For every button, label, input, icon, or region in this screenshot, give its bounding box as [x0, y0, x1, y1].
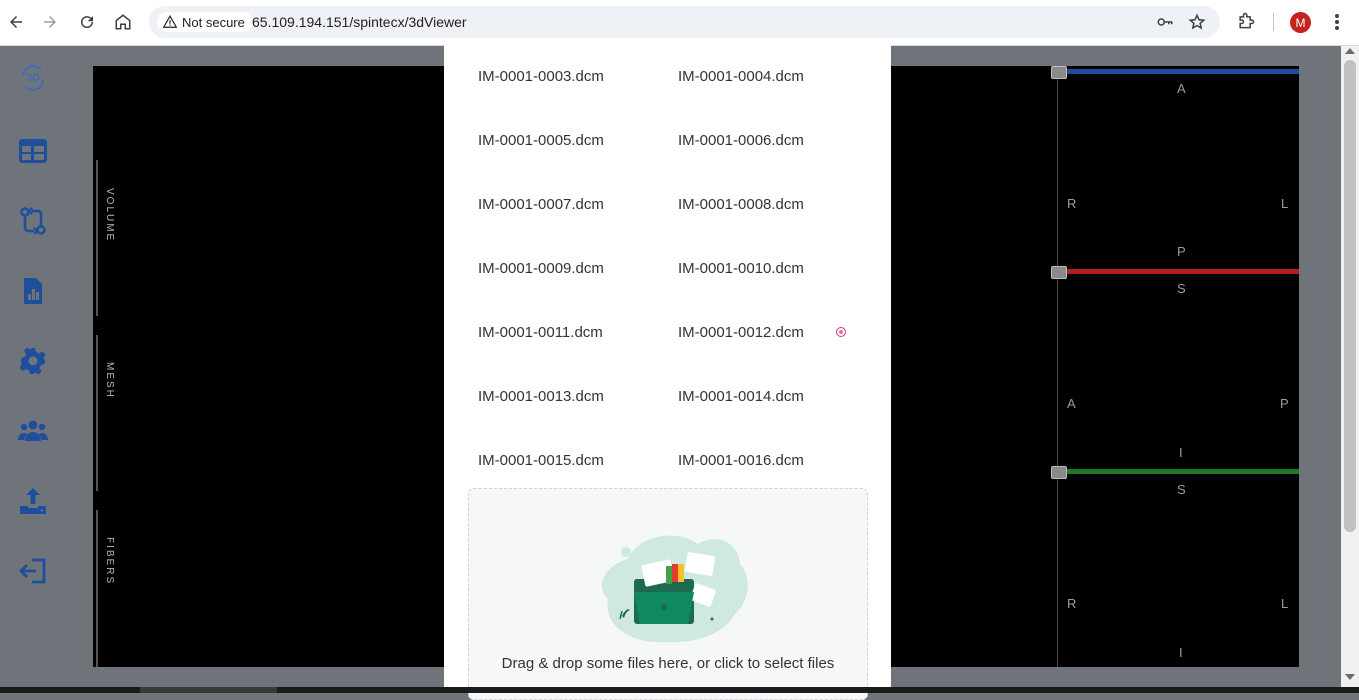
reload-icon[interactable] — [73, 8, 101, 36]
toolbar-divider — [1273, 13, 1274, 31]
star-icon[interactable] — [1187, 12, 1207, 32]
tab-volume[interactable]: VOLUME — [104, 188, 115, 242]
file-item[interactable]: IM-0001-0006.dcm — [678, 132, 804, 149]
orient-label: P — [1280, 396, 1289, 411]
file-item[interactable]: IM-0001-0014.dcm — [678, 388, 804, 405]
scrollbar-thumb[interactable] — [1344, 60, 1356, 532]
slice-views-panel — [1057, 66, 1300, 667]
orient-label: I — [1179, 445, 1183, 460]
settings-icon[interactable] — [17, 345, 49, 377]
back-icon[interactable] — [2, 8, 30, 36]
url-text[interactable]: 65.109.194.151/spintecx/3dViewer — [252, 14, 467, 30]
cursor-marker-icon — [836, 327, 846, 337]
orient-label: A — [1067, 396, 1076, 411]
users-icon[interactable] — [17, 415, 49, 447]
orient-label: L — [1281, 596, 1289, 611]
address-bar[interactable]: Not secure 65.109.194.151/spintecx/3dVie… — [149, 6, 1220, 38]
browser-toolbar: Not secure 65.109.194.151/spintecx/3dVie… — [0, 0, 1359, 46]
file-item[interactable]: IM-0001-0005.dcm — [478, 132, 604, 149]
tab-fibers[interactable]: FIBERS — [104, 537, 115, 585]
taskbar-active-item[interactable] — [140, 687, 277, 693]
file-item[interactable]: IM-0001-0009.dcm — [478, 260, 604, 277]
axial-slice-slider[interactable] — [1062, 69, 1299, 74]
file-item[interactable]: IM-0001-0007.dcm — [478, 196, 604, 213]
logo-3d-icon[interactable]: 3D — [17, 62, 49, 94]
file-item[interactable]: IM-0001-0008.dcm — [678, 196, 804, 213]
home-icon[interactable] — [109, 8, 137, 36]
logout-icon[interactable] — [17, 555, 49, 587]
orient-label: L — [1281, 196, 1289, 211]
volume-tab-border — [96, 160, 98, 316]
forward-icon[interactable] — [36, 8, 64, 36]
orient-label: S — [1177, 281, 1186, 296]
file-item[interactable]: IM-0001-0015.dcm — [478, 452, 604, 469]
dropzone-text: Drag & drop some files here, or click to… — [501, 655, 835, 672]
file-item[interactable]: IM-0001-0004.dcm — [678, 68, 804, 85]
sagittal-slice-slider[interactable] — [1062, 269, 1299, 274]
key-icon[interactable] — [1155, 12, 1175, 32]
file-item[interactable]: IM-0001-0012.dcm — [678, 324, 804, 341]
scroll-up-icon[interactable] — [1345, 48, 1355, 54]
file-item[interactable]: IM-0001-0003.dcm — [478, 68, 604, 85]
orient-label: R — [1067, 596, 1077, 611]
orient-label: I — [1179, 645, 1183, 660]
table-icon[interactable] — [17, 135, 49, 167]
security-label: Not secure — [182, 14, 245, 30]
sagittal-slider-handle[interactable] — [1051, 266, 1067, 279]
browser-menu-icon[interactable] — [1328, 12, 1346, 32]
file-item[interactable]: IM-0001-0011.dcm — [478, 324, 603, 341]
security-chip[interactable]: Not secure — [157, 12, 253, 32]
fibers-tab-border — [96, 510, 98, 667]
logo-text: 3D — [25, 72, 41, 84]
scroll-down-icon[interactable] — [1345, 674, 1355, 680]
tab-mesh[interactable]: MESH — [104, 362, 115, 399]
file-dropzone[interactable]: Drag & drop some files here, or click to… — [468, 488, 868, 700]
upload-icon[interactable] — [17, 485, 49, 517]
axial-slider-handle[interactable] — [1051, 66, 1067, 79]
orient-label: A — [1177, 81, 1186, 96]
orient-label: R — [1067, 196, 1077, 211]
orient-label: P — [1177, 244, 1186, 259]
file-item[interactable]: IM-0001-0013.dcm — [478, 388, 604, 405]
report-icon[interactable] — [17, 275, 49, 307]
profile-avatar[interactable]: M — [1290, 12, 1311, 33]
compare-icon[interactable] — [17, 205, 49, 237]
folder-illustration-icon — [601, 535, 748, 643]
mesh-tab-border — [96, 335, 98, 491]
file-item[interactable]: IM-0001-0010.dcm — [678, 260, 804, 277]
orient-label: S — [1177, 482, 1186, 497]
extensions-icon[interactable] — [1236, 11, 1258, 33]
coronal-slice-slider[interactable] — [1062, 469, 1299, 474]
coronal-slider-handle[interactable] — [1051, 466, 1067, 479]
warning-icon — [163, 15, 177, 28]
file-item[interactable]: IM-0001-0016.dcm — [678, 452, 804, 469]
